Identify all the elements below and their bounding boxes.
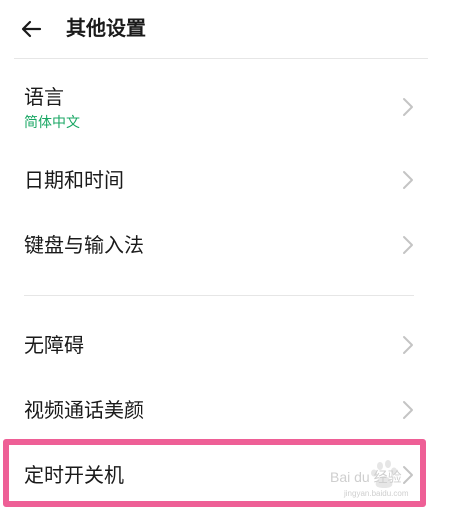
watermark-url: jingyan.baidu.com: [343, 489, 409, 498]
chevron-right-icon: [403, 236, 413, 254]
chevron-right-icon: [403, 336, 413, 354]
language-label: 语言: [24, 85, 64, 109]
other-settings-screen: 其他设置 语言 简体中文 日期和时间 键盘与输入法 无障碍 视频通话美颜 定时开…: [0, 0, 451, 512]
language-value: 简体中文: [24, 115, 80, 131]
video-beauty-label: 视频通话美颜: [24, 398, 144, 422]
settings-item-accessibility[interactable]: 无障碍: [0, 315, 451, 375]
chevron-right-icon: [403, 171, 413, 189]
header-bar: 其他设置: [0, 0, 451, 58]
section-divider: [24, 295, 414, 296]
arrow-left-icon: [21, 20, 42, 38]
chevron-right-icon: [403, 401, 413, 419]
accessibility-label: 无障碍: [24, 333, 84, 357]
keyboard-label: 键盘与输入法: [24, 233, 144, 257]
datetime-label: 日期和时间: [24, 168, 124, 192]
page-title: 其他设置: [66, 16, 146, 40]
settings-item-video-beauty[interactable]: 视频通话美颜: [0, 380, 451, 440]
watermark-text: Bai du 经验: [330, 469, 402, 485]
settings-item-language[interactable]: 语言 简体中文: [0, 75, 451, 141]
watermark-logo: Bai du 经验 jingyan.baidu.com: [330, 460, 409, 498]
header-divider: [14, 58, 428, 59]
settings-item-datetime[interactable]: 日期和时间: [0, 150, 451, 210]
back-button[interactable]: [18, 14, 48, 44]
scheduled-power-label: 定时开关机: [24, 463, 124, 487]
settings-item-keyboard[interactable]: 键盘与输入法: [0, 215, 451, 275]
chevron-right-icon: [403, 98, 413, 116]
